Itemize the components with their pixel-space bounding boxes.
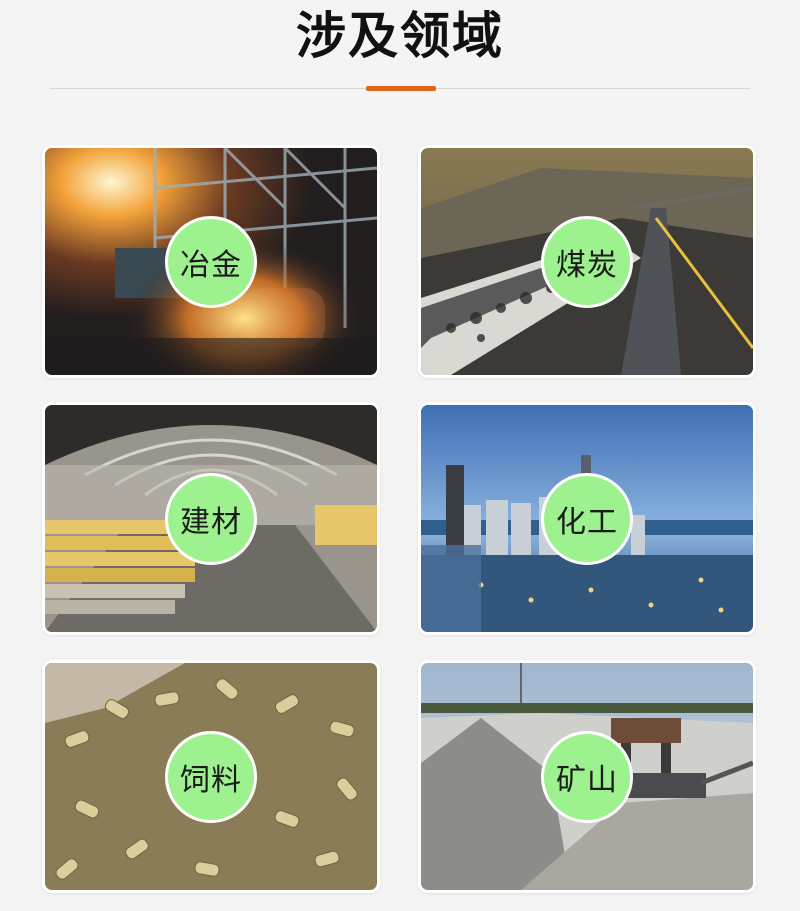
field-label-coal: 煤炭 <box>541 215 633 308</box>
field-label-metallurgy: 冶金 <box>165 215 257 308</box>
field-label-chemical: 化工 <box>541 472 633 565</box>
field-label-mining: 矿山 <box>541 730 633 823</box>
field-card-mining[interactable]: 矿山 <box>418 660 756 893</box>
field-card-feed[interactable]: 饲料 <box>42 660 380 893</box>
page-title: 涉及领域 <box>296 7 504 65</box>
title-accent-bar <box>366 86 436 91</box>
field-card-building-materials[interactable]: 建材 <box>42 402 380 635</box>
field-card-coal[interactable]: 煤炭 <box>418 145 756 378</box>
field-label-feed: 饲料 <box>165 730 257 823</box>
field-card-chemical[interactable]: 化工 <box>418 402 756 635</box>
field-card-metallurgy[interactable]: 冶金 <box>42 145 380 378</box>
field-label-building-materials: 建材 <box>165 472 257 565</box>
